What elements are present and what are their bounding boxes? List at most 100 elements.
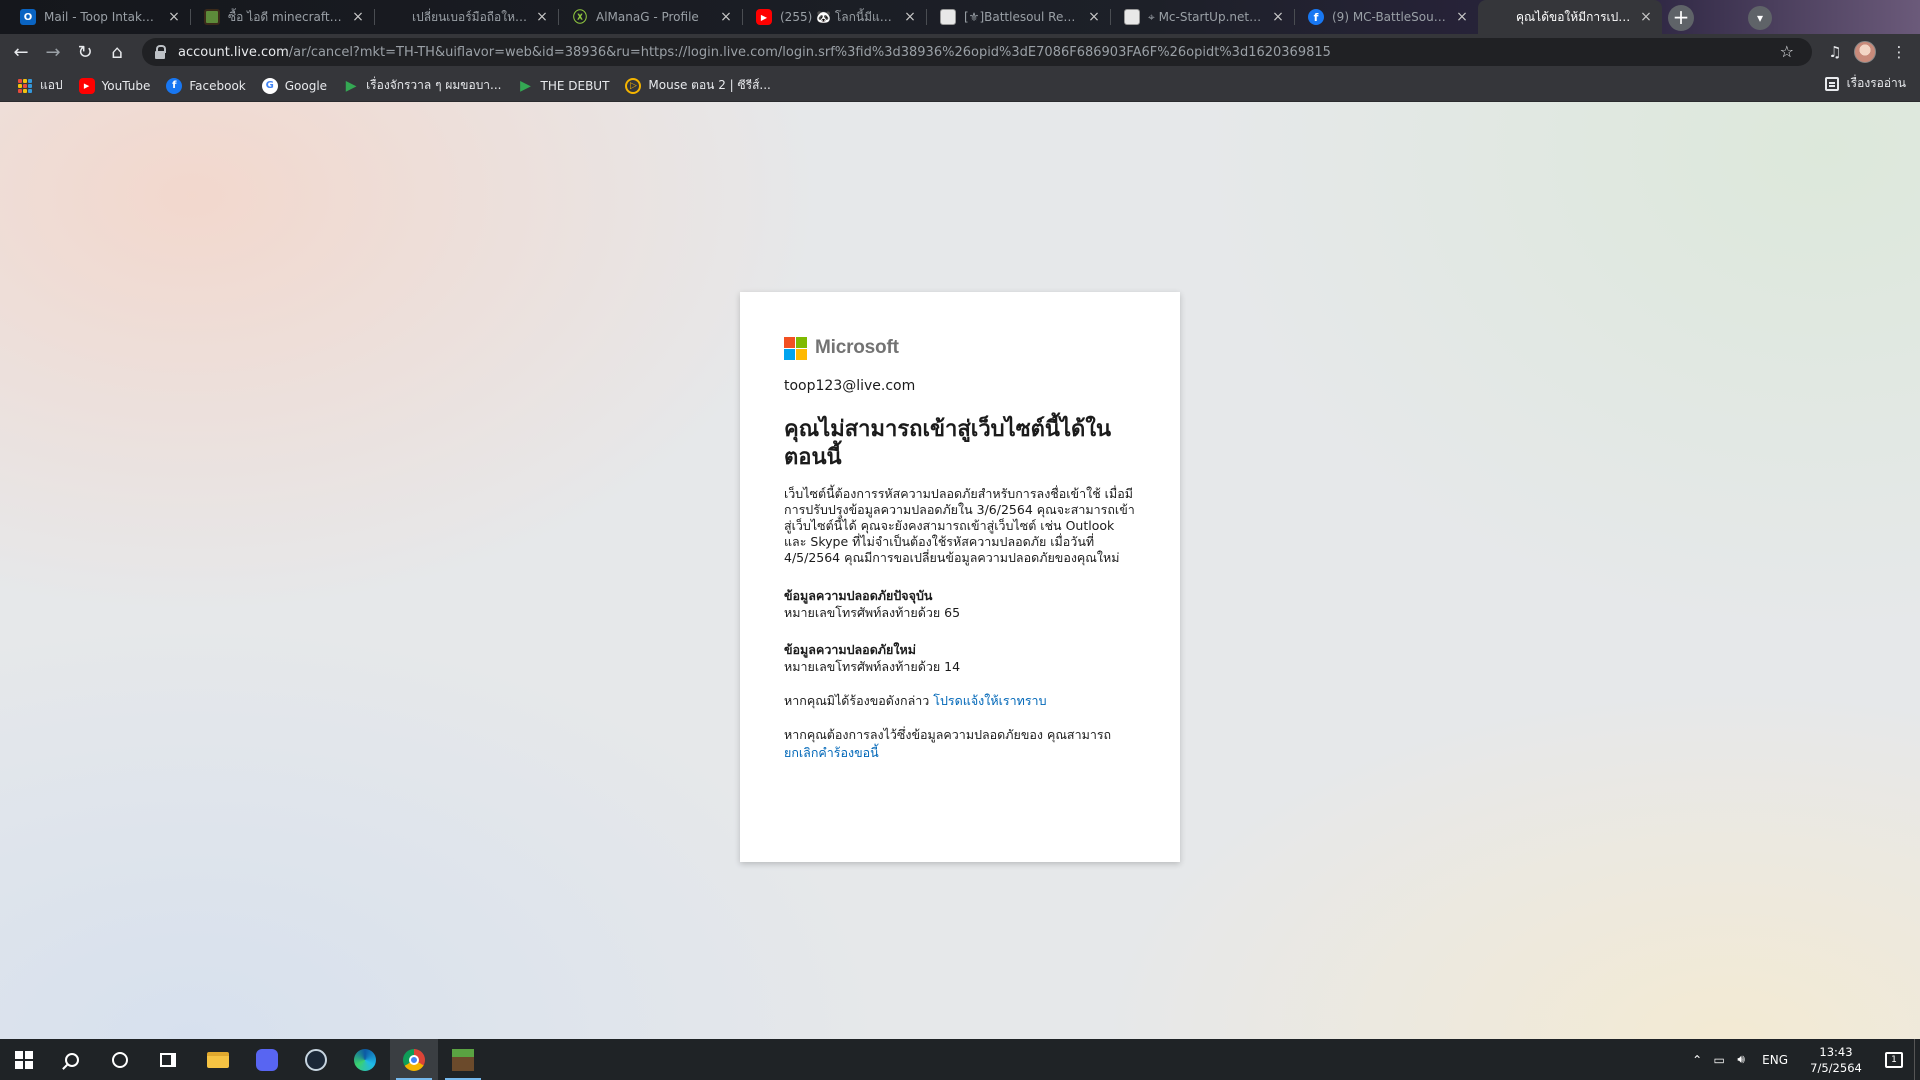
new-security-value: หมายเลขโทรศัพท์ลงท้ายด้วย 14 bbox=[784, 659, 961, 674]
steam-button[interactable] bbox=[292, 1039, 340, 1080]
close-icon[interactable]: × bbox=[1270, 9, 1286, 25]
language-indicator[interactable]: ENG bbox=[1752, 1053, 1798, 1067]
reload-icon[interactable]: ↻ bbox=[72, 39, 98, 65]
windows-logo-icon bbox=[15, 1050, 33, 1069]
network-icon[interactable]: ▭ bbox=[1708, 1039, 1730, 1080]
facebook-icon: f bbox=[166, 77, 183, 94]
new-security-label: ข้อมูลความปลอดภัยใหม่ bbox=[784, 642, 916, 657]
microsoft-icon bbox=[388, 9, 404, 25]
tab-mail[interactable]: O Mail - Toop Intaksin - × bbox=[6, 0, 190, 34]
tab-battlesoul[interactable]: [⚜]Battlesoul Retur × bbox=[926, 0, 1110, 34]
description-text: เว็บไซต์นี้ต้องการรหัสความปลอดภัยสำหรับก… bbox=[784, 486, 1135, 565]
tab-xbox-profile[interactable]: ⓧ AlManaG - Profile × bbox=[558, 0, 742, 34]
action-center-button[interactable]: 1 bbox=[1874, 1039, 1914, 1080]
close-icon[interactable]: × bbox=[534, 9, 550, 25]
search-button[interactable] bbox=[48, 1039, 96, 1080]
home-icon[interactable]: ⌂ bbox=[104, 39, 130, 65]
media-control-icon[interactable]: ♫ bbox=[1822, 39, 1848, 65]
close-icon[interactable]: × bbox=[1086, 9, 1102, 25]
show-desktop-button[interactable] bbox=[1914, 1039, 1920, 1080]
play-icon: ▶ bbox=[520, 77, 531, 94]
volume-icon[interactable]: 🔊︎ bbox=[1730, 1039, 1752, 1080]
cortana-button[interactable] bbox=[96, 1039, 144, 1080]
chevron-up-icon[interactable]: ⌃ bbox=[1686, 1039, 1708, 1080]
tab-search-icon[interactable]: ▾ bbox=[1748, 6, 1772, 30]
chrome-button[interactable] bbox=[390, 1039, 438, 1080]
steam-icon bbox=[305, 1048, 327, 1071]
new-tab-button[interactable]: + bbox=[1668, 5, 1694, 31]
bookmark-apps[interactable]: แอป bbox=[10, 74, 71, 98]
keep-info-paragraph: หากคุณต้องการลงไว้ซึ่งข้อมูลความปลอดภัยข… bbox=[784, 726, 1136, 762]
page-content: Microsoft toop123@live.com คุณไม่สามารถเ… bbox=[0, 102, 1920, 1039]
account-email: toop123@live.com bbox=[784, 378, 916, 394]
system-tray: ⌃ ▭ 🔊︎ ENG 13:43 7/5/2564 1 bbox=[1686, 1039, 1920, 1080]
keep-info-text: หากคุณต้องการลงไว้ซึ่งข้อมูลความปลอดภัยข… bbox=[784, 727, 1112, 742]
minecraft-button[interactable] bbox=[439, 1039, 487, 1080]
tab-title: เปลี่ยนเบอร์มือถือใหม่ ให้คุ bbox=[412, 9, 528, 24]
tab-minecraft-id[interactable]: ซื้อ ไอดี minecraft จะเก็บ × bbox=[190, 0, 374, 34]
chrome-icon bbox=[403, 1048, 425, 1071]
close-icon[interactable]: × bbox=[1638, 9, 1654, 25]
windows-taskbar: ⌃ ▭ 🔊︎ ENG 13:43 7/5/2564 1 bbox=[0, 1039, 1920, 1080]
bookmark-the-debut[interactable]: ▶ THE DEBUT bbox=[510, 74, 618, 98]
task-view-button[interactable] bbox=[144, 1039, 192, 1080]
discord-button[interactable] bbox=[243, 1039, 291, 1080]
edge-button[interactable] bbox=[341, 1039, 389, 1080]
tab-strip: O Mail - Toop Intaksin - × ซื้อ ไอดี min… bbox=[0, 0, 1920, 34]
url-host: account.live.com bbox=[178, 44, 289, 60]
close-icon[interactable]: × bbox=[1454, 9, 1470, 25]
google-icon: G bbox=[261, 77, 278, 94]
tab-title: คุณได้ขอให้มีการเปลี่ยนแ bbox=[1516, 9, 1632, 24]
back-arrow-icon[interactable]: ← bbox=[8, 39, 34, 65]
url-path: /ar/cancel?mkt=TH-TH&uiflavor=web&id=389… bbox=[288, 44, 1331, 60]
start-button[interactable] bbox=[0, 1039, 48, 1080]
not-requested-text: หากคุณมิได้ร้องขอดังกล่าว bbox=[784, 693, 934, 708]
bookmark-google[interactable]: G Google bbox=[254, 74, 335, 98]
tab-title: (255) 🐼 โลกนี้มีแต่เรื่ bbox=[780, 9, 896, 24]
tab-title: AlManaG - Profile bbox=[596, 10, 699, 24]
outlook-icon: O bbox=[20, 9, 36, 25]
cancel-request-link[interactable]: ยกเลิกคำร้องขอนี้ bbox=[784, 745, 879, 760]
tab-title: (9) MC-BattleSoul Mi bbox=[1332, 10, 1448, 24]
profile-button[interactable] bbox=[1852, 39, 1878, 65]
file-explorer-button[interactable] bbox=[194, 1039, 242, 1080]
tab-active-security-change[interactable]: คุณได้ขอให้มีการเปลี่ยนแ × bbox=[1478, 0, 1662, 34]
tab-change-phone[interactable]: เปลี่ยนเบอร์มือถือใหม่ ให้คุ × bbox=[374, 0, 558, 34]
forward-arrow-icon[interactable]: → bbox=[40, 39, 66, 65]
bookmark-universe-story[interactable]: ▶ เรื่องจักรวาล ๆ ผมขอบา... bbox=[335, 74, 509, 98]
microsoft-icon bbox=[1492, 9, 1508, 25]
tab-title: Mail - Toop Intaksin - bbox=[44, 10, 160, 24]
tab-youtube[interactable]: ▶ (255) 🐼 โลกนี้มีแต่เรื่ × bbox=[742, 0, 926, 34]
clock[interactable]: 13:43 7/5/2564 bbox=[1798, 1044, 1874, 1076]
bookmark-label: แอป bbox=[40, 78, 63, 92]
tab-mc-startup[interactable]: ⌖ Mc-StartUp.net ⌖ · × bbox=[1110, 0, 1294, 34]
bookmark-label: Google bbox=[284, 78, 328, 93]
bookmark-star-icon[interactable]: ☆ bbox=[1780, 42, 1794, 61]
bookmark-label: เรื่องจักรวาล ๆ ผมขอบา... bbox=[366, 78, 502, 92]
menu-dots-icon[interactable]: ⋮ bbox=[1886, 39, 1912, 65]
lock-icon[interactable] bbox=[154, 45, 166, 59]
notify-us-link[interactable]: โปรดแจ้งให้เราทราบ bbox=[933, 693, 1046, 708]
bookmark-youtube[interactable]: ▶ YouTube bbox=[71, 74, 159, 98]
address-bar[interactable]: account.live.com/ar/cancel?mkt=TH-TH&uif… bbox=[142, 38, 1812, 66]
reading-list-icon bbox=[1824, 76, 1839, 91]
tab-facebook[interactable]: f (9) MC-BattleSoul Mi × bbox=[1294, 0, 1478, 34]
bookmark-mouse-ep2[interactable]: ▷ Mouse ตอน 2 | ซีรีส์... bbox=[617, 74, 778, 98]
discord-icon bbox=[256, 1048, 278, 1071]
current-security-value: หมายเลขโทรศัพท์ลงท้ายด้วย 65 bbox=[784, 605, 961, 620]
minecraft-icon bbox=[452, 1048, 474, 1071]
close-icon[interactable]: × bbox=[350, 9, 366, 25]
notification-icon: 1 bbox=[1885, 1051, 1903, 1068]
bookmark-facebook[interactable]: f Facebook bbox=[158, 74, 253, 98]
not-requested-paragraph: หากคุณมิได้ร้องขอดังกล่าว โปรดแจ้งให้เรา… bbox=[784, 692, 1136, 710]
tab-title: ซื้อ ไอดี minecraft จะเก็บ bbox=[228, 9, 344, 24]
tab-title: ⌖ Mc-StartUp.net ⌖ · bbox=[1148, 9, 1264, 24]
close-icon[interactable]: × bbox=[166, 9, 182, 25]
cortana-icon bbox=[112, 1051, 128, 1068]
youtube-icon: ▶ bbox=[78, 77, 95, 94]
close-icon[interactable]: × bbox=[718, 9, 734, 25]
facebook-icon: f bbox=[1308, 9, 1324, 25]
url-text[interactable]: account.live.com/ar/cancel?mkt=TH-TH&uif… bbox=[178, 45, 1331, 60]
close-icon[interactable]: × bbox=[902, 9, 918, 25]
reading-list-button[interactable]: เรื่องรออ่าน bbox=[1824, 74, 1906, 93]
